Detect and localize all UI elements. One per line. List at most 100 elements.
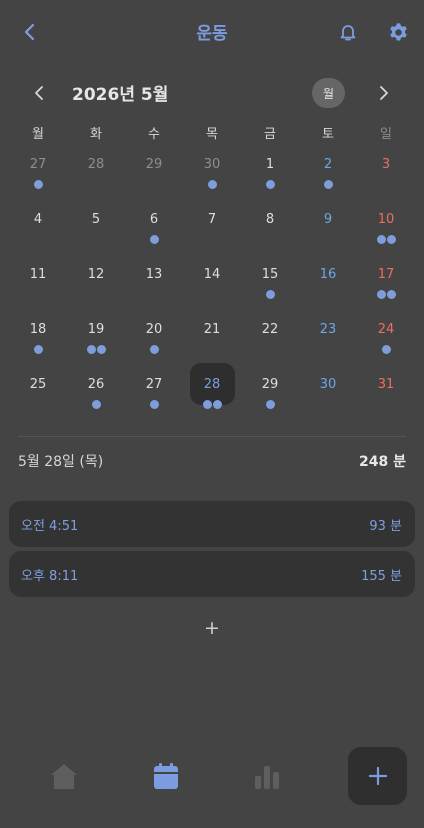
calendar-day[interactable]: 7	[183, 203, 241, 258]
calendar-week-row: 27 28 29 30 1 2 3	[9, 148, 415, 203]
calendar-day[interactable]: 9	[299, 203, 357, 258]
entry-time: 오후 8:11	[21, 569, 79, 584]
workout-dot	[376, 289, 386, 299]
settings-button[interactable]	[383, 17, 413, 47]
calendar-day[interactable]: 15	[241, 258, 299, 313]
day-number: 17	[377, 267, 395, 282]
plus-icon	[368, 767, 387, 785]
calendar-day[interactable]: 24	[357, 313, 415, 368]
calendar-day[interactable]: 30	[299, 368, 357, 423]
chevron-right-icon	[380, 86, 388, 100]
workout-dot	[149, 344, 159, 354]
calendar-week-row: 18 19 20 21 22 23 24	[9, 313, 415, 368]
calendar-day[interactable]: 20	[125, 313, 183, 368]
nav-home[interactable]	[45, 757, 83, 795]
entry-time: 오전 4:51	[21, 519, 79, 534]
calendar-day[interactable]: 16	[299, 258, 357, 313]
weekday-label: 월	[32, 127, 44, 142]
calendar-day[interactable]: 22	[241, 313, 299, 368]
calendar-day[interactable]: 11	[9, 258, 67, 313]
calendar-day[interactable]: 30	[183, 148, 241, 203]
calendar-day[interactable]: 6	[125, 203, 183, 258]
calendar-day[interactable]: 31	[357, 368, 415, 423]
calendar-day[interactable]: 14	[183, 258, 241, 313]
prev-month-button[interactable]	[25, 79, 53, 107]
divider	[18, 436, 406, 437]
calendar-day[interactable]: 29	[241, 368, 299, 423]
workout-indicator	[9, 179, 67, 189]
day-number: 21	[203, 322, 221, 337]
entry-duration: 155 분	[361, 569, 402, 584]
workout-dot	[33, 344, 43, 354]
calendar-day[interactable]: 1	[241, 148, 299, 203]
calendar-day[interactable]: 5	[67, 203, 125, 258]
weekday-label: 목	[206, 127, 218, 142]
add-workout-fab[interactable]	[348, 747, 407, 805]
workout-indicator	[125, 344, 183, 354]
workout-dot	[149, 399, 159, 409]
day-number: 11	[29, 267, 47, 282]
calendar-day[interactable]: 13	[125, 258, 183, 313]
day-number: 22	[261, 322, 279, 337]
calendar-grid: 월 화 수 목 금 토 일 27 28 29 30 1 2 3 4 5 6 7 8 9 10 11 12 13 1…	[9, 122, 415, 423]
home-icon	[51, 764, 77, 789]
day-number: 30	[203, 157, 221, 172]
calendar-day[interactable]: 8	[241, 203, 299, 258]
day-number: 14	[203, 267, 221, 282]
view-toggle-button[interactable]: 월	[312, 78, 345, 108]
workout-indicator	[357, 344, 415, 354]
day-number: 25	[29, 377, 47, 392]
calendar-day[interactable]: 3	[357, 148, 415, 203]
workout-entry[interactable]: 오후 8:11 155 분	[9, 551, 415, 597]
workout-indicator	[9, 344, 67, 354]
next-month-button[interactable]	[370, 79, 398, 107]
nav-statistics[interactable]	[248, 757, 286, 795]
day-number: 29	[261, 377, 279, 392]
notification-button[interactable]	[333, 17, 363, 47]
day-number: 12	[87, 267, 105, 282]
workout-entry[interactable]: 오전 4:51 93 분	[9, 501, 415, 547]
calendar-day[interactable]: 17	[357, 258, 415, 313]
workout-indicator	[183, 399, 241, 409]
day-number: 30	[319, 377, 337, 392]
workout-dot	[202, 399, 212, 409]
nav-calendar[interactable]	[147, 757, 185, 795]
calendar-day[interactable]: 27	[125, 368, 183, 423]
calendar-day[interactable]: 19	[67, 313, 125, 368]
calendar-day[interactable]: 23	[299, 313, 357, 368]
workout-indicator	[241, 179, 299, 189]
calendar-day[interactable]: 21	[183, 313, 241, 368]
day-number: 13	[145, 267, 163, 282]
calendar-day[interactable]: 29	[125, 148, 183, 203]
day-number: 8	[265, 212, 275, 227]
calendar-day[interactable]: 26	[67, 368, 125, 423]
calendar-weeks: 27 28 29 30 1 2 3 4 5 6 7 8 9 10 11 12 13 14 15 16 17 18 19 20 2…	[9, 148, 415, 423]
calendar-day[interactable]: 25	[9, 368, 67, 423]
day-number: 31	[377, 377, 395, 392]
workout-dot	[96, 344, 106, 354]
day-number: 18	[29, 322, 47, 337]
calendar-day[interactable]: 12	[67, 258, 125, 313]
workout-dot	[323, 179, 333, 189]
calendar-day-selected[interactable]: 28	[183, 363, 241, 423]
gear-icon	[389, 22, 407, 40]
weekday-header: 월 화 수 목 금 토 일	[9, 122, 415, 148]
workout-dot	[207, 179, 217, 189]
weekday-label: 금	[264, 127, 276, 142]
bar-chart-icon	[255, 766, 279, 789]
day-number: 5	[91, 212, 101, 227]
workout-indicator	[299, 179, 357, 189]
calendar-day[interactable]: 2	[299, 148, 357, 203]
calendar-day[interactable]: 27	[9, 148, 67, 203]
weekday-label: 토	[322, 127, 334, 142]
calendar-day[interactable]: 4	[9, 203, 67, 258]
calendar-day[interactable]: 18	[9, 313, 67, 368]
day-number: 4	[33, 212, 43, 227]
calendar-day[interactable]: 10	[357, 203, 415, 258]
calendar-day[interactable]: 28	[67, 148, 125, 203]
workout-dot	[386, 289, 396, 299]
day-number: 7	[207, 212, 217, 227]
day-number: 27	[29, 157, 47, 172]
weekday-label: 화	[90, 127, 102, 142]
add-entry-button[interactable]: +	[198, 614, 226, 642]
